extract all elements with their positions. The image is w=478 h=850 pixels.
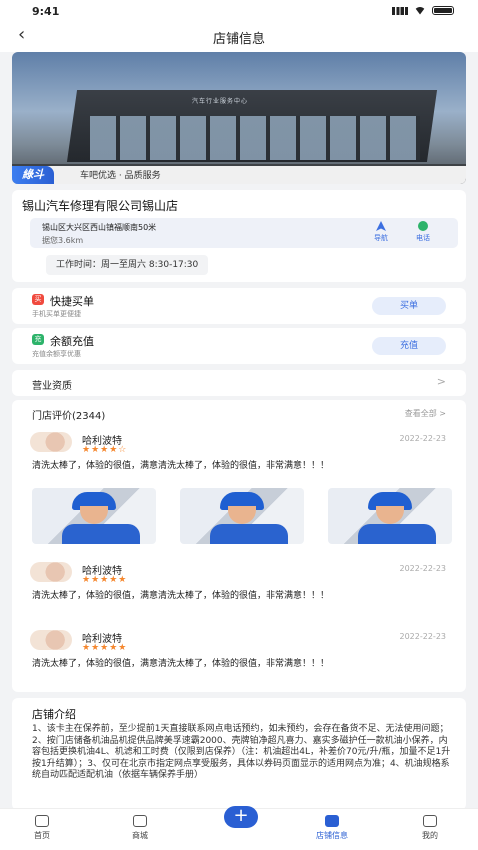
tab-mine[interactable]: 我的 — [400, 815, 460, 841]
see-all-reviews-link[interactable]: 查看全部 > — [405, 408, 446, 419]
store-distance: 据您3.6km — [42, 236, 84, 245]
call-button[interactable]: 电话 — [410, 221, 436, 243]
wifi-icon — [414, 6, 426, 15]
building-sign: 汽车行业服务中心 — [192, 98, 249, 105]
pay-button[interactable]: 买单 — [372, 297, 446, 315]
page-title: 店铺信息 — [212, 32, 265, 47]
navigation-icon — [376, 221, 386, 231]
review-date: 2022-22-23 — [399, 632, 447, 641]
review-text: 清洗太棒了，体验的很值，满意清洗太棒了，体验的很值，非常满意！！！ — [32, 659, 330, 669]
intro-text: 1、该卡主在保养前，至少提前1天直接联系网点电话预约，如未预约，会存在备货不足、… — [32, 724, 451, 781]
avatar — [30, 432, 72, 452]
tab-mall[interactable]: 商城 — [110, 815, 170, 841]
address-box: 锡山区大兴区西山镇福顺南50米 据您3.6km 导航 电话 — [30, 218, 458, 248]
store-info-card: 锡山汽车修理有限公司锡山店 锡山区大兴区西山镇福顺南50米 据您3.6km 导航… — [12, 190, 466, 282]
status-time: 9:41 — [32, 5, 60, 18]
reviews-header: 门店评价(2344) — [32, 411, 106, 422]
phone-icon — [418, 221, 428, 231]
reviews-card: 门店评价(2344) 查看全部 > 哈利波特 ★★★★☆ 2022-22-23 … — [12, 400, 466, 692]
mall-icon — [133, 815, 147, 827]
chevron-right-icon: > — [436, 375, 446, 388]
tab-label: 首页 — [34, 831, 50, 840]
store-icon — [325, 815, 339, 827]
qualification-row[interactable]: 营业资质 > — [12, 370, 466, 396]
review-date: 2022-22-23 — [399, 564, 447, 573]
home-icon — [35, 815, 49, 827]
recharge-button[interactable]: 充值 — [372, 337, 446, 355]
review-photo[interactable] — [180, 488, 304, 544]
review-photos — [32, 488, 452, 544]
business-hours: 工作时间：周一至周六 8:30-17:30 — [46, 255, 209, 275]
review-text: 清洗太棒了，体验的很值，满意清洗太棒了，体验的很值，非常满意！！！ — [32, 591, 330, 601]
navigate-label: 导航 — [374, 234, 388, 242]
store-name: 锡山汽车修理有限公司锡山店 — [22, 199, 179, 213]
avatar — [30, 630, 72, 650]
rating-stars: ★★★★★ — [82, 575, 128, 585]
recharge-card: 充 余额充值 充值余额享优惠 充值 — [12, 328, 466, 364]
quick-pay-title: 快捷买单 — [50, 295, 94, 308]
rating-stars: ★★★★☆ — [82, 445, 128, 455]
qualification-label: 营业资质 — [32, 381, 72, 392]
quick-pay-subtitle: 手机买单更便捷 — [32, 310, 81, 318]
intro-title: 店铺介绍 — [32, 708, 76, 721]
signal-icon — [392, 6, 408, 15]
store-banner-image: 汽车行业服务中心 綠斗 车吧优选 · 品质服务 — [12, 52, 466, 184]
tab-store-info[interactable]: 店铺信息 — [302, 815, 362, 841]
review-text: 清洗太棒了，体验的很值，满意清洗太棒了，体验的很值，非常满意！！！ — [32, 461, 330, 471]
avatar — [30, 562, 72, 582]
pay-icon: 买 — [32, 294, 44, 305]
profile-icon — [423, 815, 437, 827]
tab-label: 商城 — [132, 831, 148, 840]
plus-button[interactable]: + — [224, 806, 258, 828]
tab-label: 店铺信息 — [316, 831, 348, 840]
review-date: 2022-22-23 — [399, 434, 447, 443]
store-address: 锡山区大兴区西山镇福顺南50米 — [42, 223, 157, 232]
quick-pay-card: 买 快捷买单 手机买单更便捷 买单 — [12, 288, 466, 324]
tab-home[interactable]: 首页 — [12, 815, 72, 841]
recharge-subtitle: 充值余额享优惠 — [32, 350, 81, 358]
recharge-title: 余额充值 — [50, 335, 94, 348]
navigate-button[interactable]: 导航 — [368, 221, 394, 243]
review-photo[interactable] — [328, 488, 452, 544]
call-label: 电话 — [416, 234, 430, 242]
status-bar: 9:41 — [0, 0, 478, 22]
rating-stars: ★★★★★ — [82, 643, 128, 653]
nav-bar: ‹ 店铺信息 — [0, 22, 478, 52]
store-intro-card: 店铺介绍 1、该卡主在保养前，至少提前1天直接联系网点电话预约，如未预约，会存在… — [12, 698, 466, 810]
brand-tagline: 车吧优选 · 品质服务 — [80, 171, 161, 181]
review-photo[interactable] — [32, 488, 156, 544]
recharge-icon: 充 — [32, 334, 44, 345]
status-icons — [392, 6, 454, 15]
battery-icon — [432, 6, 454, 15]
brand-tag: 綠斗 — [12, 166, 54, 184]
tab-label: 我的 — [422, 831, 438, 840]
building-windows — [90, 116, 420, 160]
